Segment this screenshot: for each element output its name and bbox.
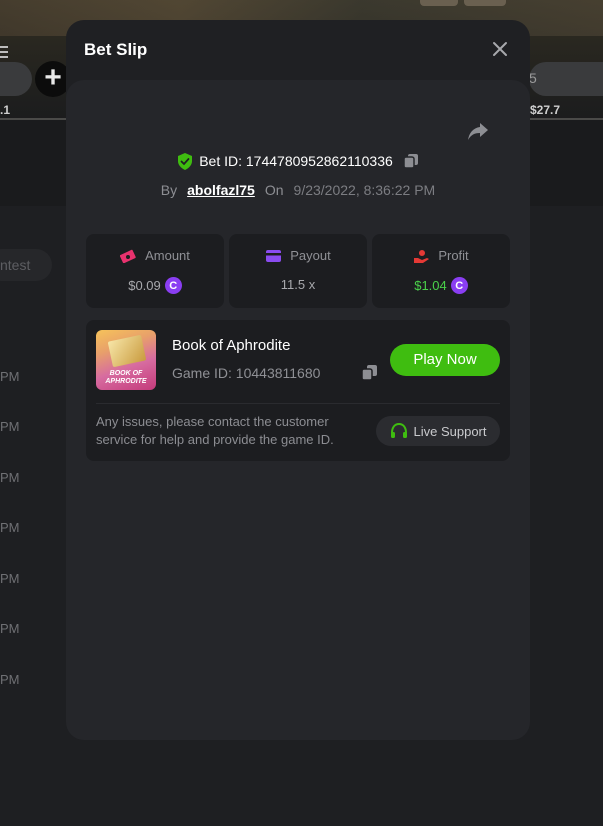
background-top-button bbox=[464, 0, 506, 6]
close-button[interactable] bbox=[490, 39, 510, 59]
modal-body: Bet ID: 1744780952862110336 By abolfazl7… bbox=[66, 80, 530, 740]
headset-icon bbox=[390, 422, 407, 438]
coin-icon: C bbox=[164, 277, 182, 294]
share-button[interactable] bbox=[467, 120, 489, 142]
username-link[interactable]: abolfazl75 bbox=[187, 182, 255, 198]
background-value: $27.7 bbox=[530, 103, 561, 117]
by-label: By bbox=[160, 182, 178, 198]
bet-slip-modal: Bet Slip Bet ID: 1744780952862110336 By … bbox=[66, 20, 530, 740]
play-now-button[interactable]: Play Now bbox=[390, 344, 500, 376]
background-pill: 5 bbox=[529, 62, 603, 96]
coin-icon: C bbox=[450, 277, 468, 294]
game-id: Game ID: 10443811680 bbox=[172, 365, 321, 381]
game-thumbnail[interactable]: BOOK OF APHRODITE bbox=[96, 330, 156, 390]
stat-amount-label: Amount bbox=[145, 248, 190, 263]
game-name: Book of Aphrodite bbox=[172, 337, 291, 354]
stat-profit-label: Profit bbox=[438, 248, 469, 263]
game-card: BOOK OF APHRODITE Book of Aphrodite Game… bbox=[86, 320, 510, 461]
background-time: PM bbox=[0, 571, 20, 586]
stat-payout: Payout 11.5 x bbox=[229, 234, 367, 308]
support-notice: Any issues, please contact the customer … bbox=[96, 414, 334, 447]
stat-payout-label: Payout bbox=[290, 248, 331, 263]
copy-icon[interactable] bbox=[403, 153, 419, 169]
close-icon bbox=[493, 42, 507, 56]
bet-date: 9/23/2022, 8:36:22 PM bbox=[293, 182, 436, 198]
money-icon bbox=[120, 249, 136, 263]
divider bbox=[96, 403, 500, 404]
share-icon bbox=[468, 123, 488, 140]
background-time: PM bbox=[0, 470, 20, 485]
modal-title: Bet Slip bbox=[84, 40, 148, 59]
background-top-button bbox=[420, 0, 458, 6]
background-time: PM bbox=[0, 672, 20, 687]
background-time: PM bbox=[0, 369, 20, 384]
copy-icon[interactable] bbox=[361, 364, 378, 381]
background-time: PM bbox=[0, 419, 20, 434]
bet-id-row: Bet ID: 1744780952862110336 bbox=[66, 151, 530, 171]
shield-check-icon bbox=[178, 152, 193, 170]
game-thumbnail-text: BOOK OF APHRODITE bbox=[105, 370, 147, 385]
stat-amount: Amount $0.09 C bbox=[86, 234, 224, 308]
on-label: On bbox=[264, 182, 284, 198]
stat-amount-value: $0.09 bbox=[128, 278, 161, 293]
stat-profit-value: $1.04 bbox=[414, 278, 447, 293]
background-time: PM bbox=[0, 520, 20, 535]
bet-author-row: By abolfazl75 On 9/23/2022, 8:36:22 PM bbox=[66, 180, 530, 200]
live-support-label: Live Support bbox=[413, 423, 487, 439]
background-contest-tab: ntest bbox=[0, 249, 52, 281]
hand-coin-icon bbox=[414, 249, 430, 263]
card-icon bbox=[266, 249, 282, 262]
background-value: .1 bbox=[0, 103, 11, 117]
bet-stats: Amount $0.09 C Payout 11.5 x Profit $1.0… bbox=[86, 234, 510, 308]
live-support-button[interactable]: Live Support bbox=[376, 416, 500, 446]
background-time: PM bbox=[0, 621, 20, 636]
menu-icon bbox=[0, 46, 8, 60]
stat-profit: Profit $1.04 C bbox=[372, 234, 510, 308]
bet-id: Bet ID: 1744780952862110336 bbox=[199, 153, 393, 169]
stat-payout-value: 11.5 x bbox=[280, 277, 316, 292]
